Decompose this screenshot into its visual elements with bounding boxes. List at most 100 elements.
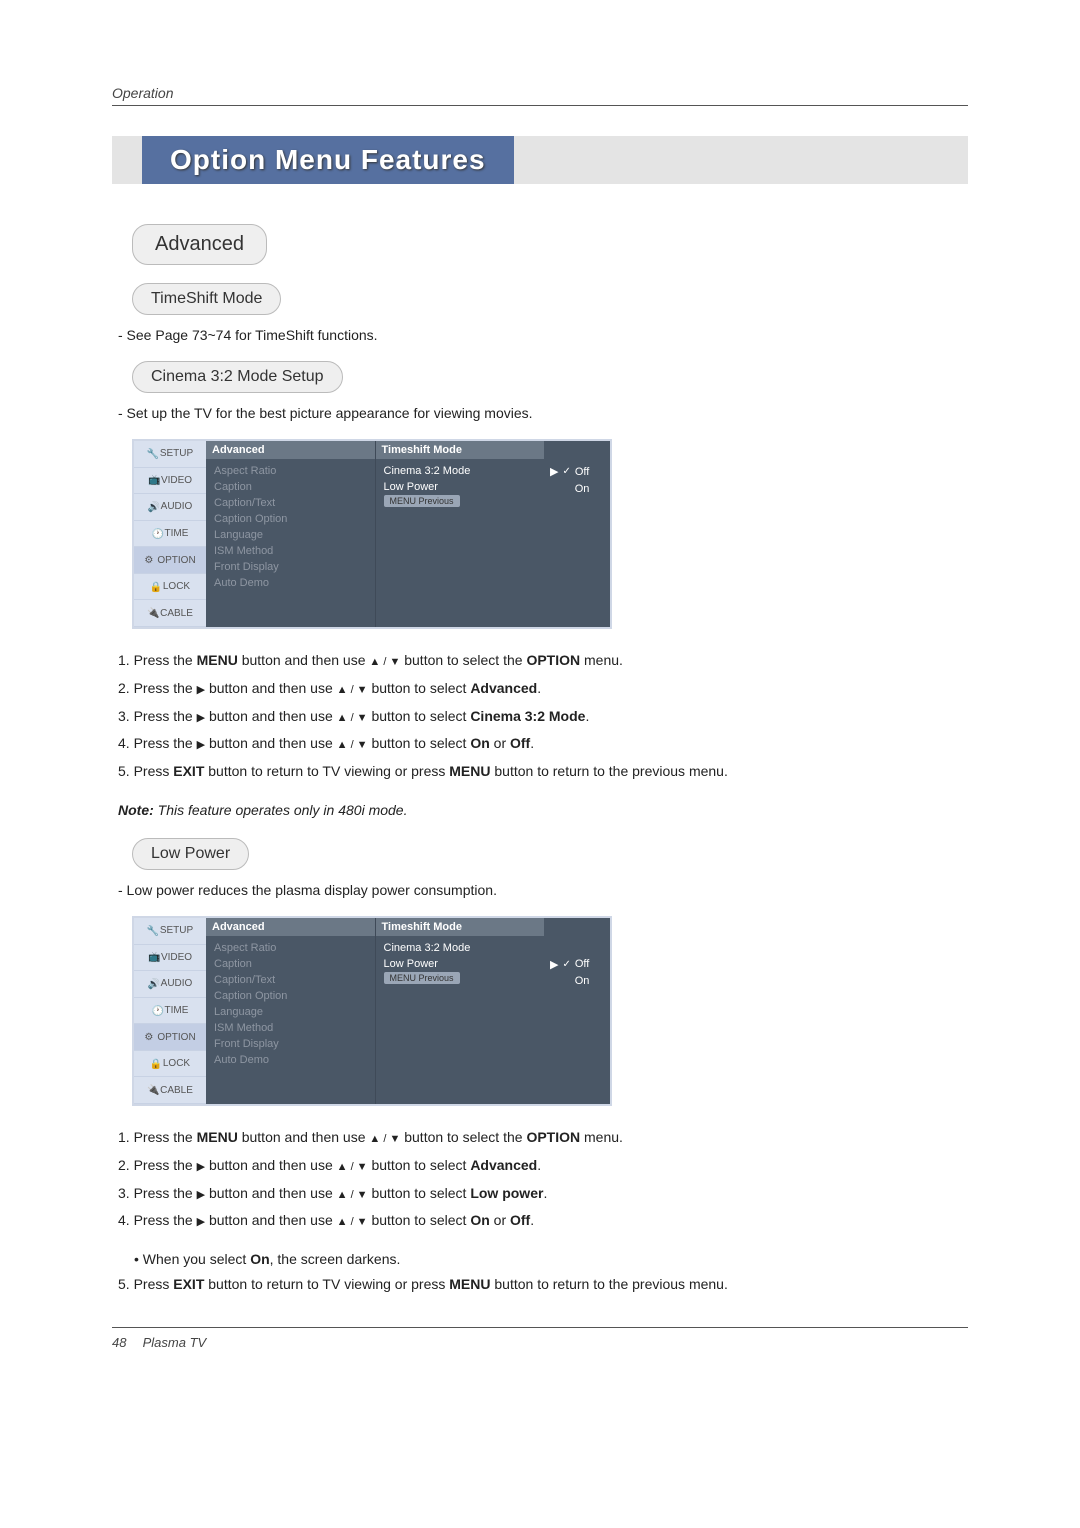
up-down-icon: ▲ / ▼ <box>337 1189 368 1201</box>
osd-panel: Advanced Aspect Ratio Caption Caption/Te… <box>206 441 610 627</box>
page-title: Option Menu Features <box>142 136 514 184</box>
up-down-icon: ▲ / ▼ <box>369 1133 400 1145</box>
side-label: OPTION <box>157 555 195 566</box>
val-on: ▶ ✓On <box>550 973 604 990</box>
step-2: 2. Press the ▶ button and then use ▲ / ▼… <box>118 1154 968 1178</box>
step-5: 5. Press EXIT button to return to TV vie… <box>118 1273 968 1297</box>
col1-item: Caption <box>214 956 367 972</box>
menu-icon: MENU <box>390 496 417 506</box>
side-label: VIDEO <box>161 952 192 963</box>
arrow-right-icon: ▶ <box>550 958 558 971</box>
osd-col2: Timeshift Mode Cinema 3:2 Mode Low Power… <box>375 918 545 1104</box>
side-label: CABLE <box>160 1085 193 1096</box>
wrench-icon: 🔧 <box>147 926 157 936</box>
col1-item: Auto Demo <box>214 1052 367 1068</box>
up-down-icon: ▲ / ▼ <box>337 739 368 751</box>
right-icon: ▶ <box>197 739 205 751</box>
previous-tag: MENU Previous <box>384 972 460 984</box>
side-option: ⚙OPTION <box>134 547 206 574</box>
header-operation: Operation <box>112 85 968 101</box>
right-icon: ▶ <box>197 1216 205 1228</box>
cinema-steps: 1. Press the MENU button and then use ▲ … <box>118 649 968 784</box>
col1-item: Caption/Text <box>214 495 367 511</box>
side-label: LOCK <box>163 1058 190 1069</box>
plug-icon: 🔌 <box>147 608 157 618</box>
plug-icon: 🔌 <box>147 1085 157 1095</box>
side-label: TIME <box>165 528 189 539</box>
cinema-desc: - Set up the TV for the best picture app… <box>118 405 968 421</box>
side-label: SETUP <box>160 448 193 459</box>
right-icon: ▶ <box>197 1161 205 1173</box>
side-label: AUDIO <box>161 978 193 989</box>
up-down-icon: ▲ / ▼ <box>337 684 368 696</box>
side-option: ⚙OPTION <box>134 1024 206 1051</box>
right-icon: ▶ <box>197 684 205 696</box>
side-setup: 🔧SETUP <box>134 441 206 468</box>
col1-item: Aspect Ratio <box>214 463 367 479</box>
col1-item: Auto Demo <box>214 575 367 591</box>
lock-icon: 🔒 <box>150 582 160 592</box>
col1-item: Language <box>214 1004 367 1020</box>
osd-values: ▶✓Off ▶ ✓On <box>544 918 610 1104</box>
footer-label-text: Plasma TV <box>143 1335 207 1350</box>
col1-head: Advanced <box>206 918 375 936</box>
clock-icon: 🕐 <box>152 1006 162 1016</box>
side-audio: 🔊AUDIO <box>134 971 206 998</box>
clock-icon: 🕐 <box>152 529 162 539</box>
side-label: LOCK <box>163 581 190 592</box>
step-1: 1. Press the MENU button and then use ▲ … <box>118 649 968 673</box>
side-audio: 🔊AUDIO <box>134 494 206 521</box>
val-off: ▶✓Off <box>550 956 604 973</box>
page-title-bar: Option Menu Features <box>112 136 968 184</box>
col2-item-selected: Cinema 3:2 Mode <box>384 463 537 479</box>
col1-item: Caption/Text <box>214 972 367 988</box>
tv-icon: 📺 <box>148 952 158 962</box>
previous-label: Previous <box>419 496 454 506</box>
right-icon: ▶ <box>197 1189 205 1201</box>
col1-item: Caption <box>214 479 367 495</box>
lowpower-desc: - Low power reduces the plasma display p… <box>118 882 968 898</box>
col2-head: Timeshift Mode <box>376 441 545 459</box>
col2-item: Cinema 3:2 Mode <box>384 940 537 956</box>
col2-item-selected: Low Power <box>384 956 537 972</box>
wrench-icon: 🔧 <box>147 449 157 459</box>
cinema-heading: Cinema 3:2 Mode Setup <box>132 361 343 393</box>
right-icon: ▶ <box>197 712 205 724</box>
lowpower-bullet: • When you select On, the screen darkens… <box>134 1251 968 1267</box>
side-time: 🕐TIME <box>134 521 206 548</box>
lowpower-steps: 1. Press the MENU button and then use ▲ … <box>118 1126 968 1233</box>
osd-screenshot-cinema: 🔧SETUP 📺VIDEO 🔊AUDIO 🕐TIME ⚙OPTION 🔒LOCK… <box>132 439 612 629</box>
advanced-heading: Advanced <box>132 224 267 265</box>
side-time: 🕐TIME <box>134 998 206 1025</box>
up-down-icon: ▲ / ▼ <box>337 1161 368 1173</box>
step-5: 5. Press EXIT button to return to TV vie… <box>118 760 968 784</box>
timeshift-desc: - See Page 73~74 for TimeShift functions… <box>118 327 968 343</box>
val-on-label: On <box>575 483 590 495</box>
side-video: 📺VIDEO <box>134 468 206 495</box>
footer-label <box>131 1335 138 1350</box>
cinema-note: Note: This feature operates only in 480i… <box>118 802 968 818</box>
side-lock: 🔒LOCK <box>134 1051 206 1078</box>
side-label: SETUP <box>160 925 193 936</box>
step-3: 3. Press the ▶ button and then use ▲ / ▼… <box>118 705 968 729</box>
osd-col1: Advanced Aspect Ratio Caption Caption/Te… <box>206 441 375 627</box>
menu-icon: MENU <box>390 973 417 983</box>
up-down-icon: ▲ / ▼ <box>369 656 400 668</box>
gear-icon: ⚙ <box>144 1032 154 1042</box>
lowpower-step5: 5. Press EXIT button to return to TV vie… <box>118 1273 968 1297</box>
val-off: ▶✓Off <box>550 463 604 480</box>
side-label: OPTION <box>157 1032 195 1043</box>
osd-values: ▶✓Off ▶ ✓On <box>544 441 610 627</box>
step-4: 4. Press the ▶ button and then use ▲ / ▼… <box>118 732 968 756</box>
val-on-label: On <box>575 975 590 987</box>
side-label: TIME <box>165 1005 189 1016</box>
step-3: 3. Press the ▶ button and then use ▲ / ▼… <box>118 1182 968 1206</box>
up-down-icon: ▲ / ▼ <box>337 1216 368 1228</box>
side-cable: 🔌CABLE <box>134 600 206 627</box>
gear-icon: ⚙ <box>144 555 154 565</box>
side-cable: 🔌CABLE <box>134 1077 206 1104</box>
side-setup: 🔧SETUP <box>134 918 206 945</box>
check-icon: ✓ <box>562 466 570 477</box>
val-on: ▶ ✓On <box>550 480 604 497</box>
timeshift-heading: TimeShift Mode <box>132 283 281 315</box>
